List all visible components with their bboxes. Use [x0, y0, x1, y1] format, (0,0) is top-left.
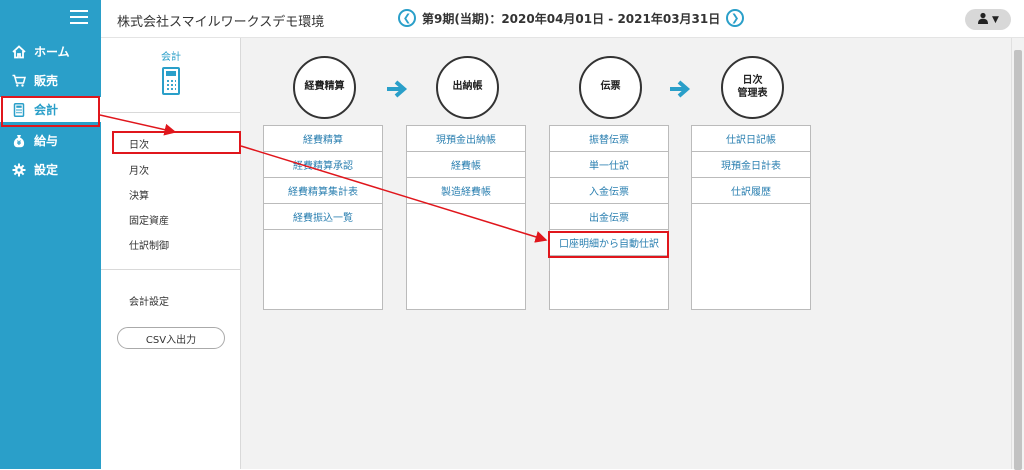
daily-report-menu-panel: 仕訳日記帳 現預金日計表 仕訳履歴 — [691, 125, 811, 310]
menu-link[interactable]: 経費精算承認 — [264, 152, 382, 178]
nav-item-label: 会計 — [34, 103, 59, 117]
top-header: 株式会社スマイルワークスデモ環境 ❮ 第9期(当期)：2020年04月01日 -… — [101, 0, 1024, 38]
subnav-title: 会計 — [161, 52, 181, 63]
menu-link[interactable]: 入金伝票 — [550, 178, 668, 204]
divider — [101, 112, 241, 113]
chevron-right-icon[interactable]: ❯ — [726, 9, 745, 27]
arrow-right-icon — [387, 80, 408, 98]
nav-item-label: ホーム — [34, 45, 70, 59]
auto-journal-from-bank-link[interactable]: 口座明細から自動仕訳 — [550, 230, 668, 256]
nav-item-label: 給与 — [34, 134, 59, 148]
calculator-icon — [12, 102, 26, 117]
home-icon — [12, 44, 26, 59]
subnav-item-accounting-settings[interactable]: 会計設定 — [129, 293, 169, 308]
nav-item-sales[interactable]: 販売 — [0, 68, 101, 93]
cart-icon — [12, 74, 26, 88]
subnav-item-monthly[interactable]: 月次 — [129, 162, 149, 177]
gear-icon — [12, 163, 26, 177]
category-label: 伝票 — [600, 81, 621, 93]
menu-link[interactable]: 振替伝票 — [550, 126, 668, 152]
caret-down-icon: ▼ — [992, 14, 999, 25]
nav-item-label: 販売 — [34, 74, 59, 88]
user-icon — [977, 12, 989, 27]
divider — [101, 269, 241, 270]
menu-link[interactable]: 経費帳 — [407, 152, 525, 178]
category-label: 管理表 — [737, 87, 768, 99]
nav-item-home[interactable]: ホーム — [0, 39, 101, 64]
slip-menu-panel: 振替伝票 単一仕訳 入金伝票 出金伝票 口座明細から自動仕訳 — [549, 125, 669, 310]
fiscal-period-selector: ❮ 第9期(当期)：2020年04月01日 - 2021年03月31日 ❯ — [398, 9, 745, 27]
category-slip: 伝票 — [579, 56, 642, 119]
hamburger-menu-icon[interactable] — [70, 10, 88, 24]
category-label: 出納帳 — [452, 81, 483, 93]
main-content: 経費精算 出納帳 伝票 日次 管理表 経費精算 経費精算承認 経費精算集計表 経… — [241, 38, 1011, 469]
menu-link[interactable]: 単一仕訳 — [550, 152, 668, 178]
menu-link[interactable]: 経費精算集計表 — [264, 178, 382, 204]
money-bag-icon: ¥ — [12, 134, 26, 148]
nav-item-settings[interactable]: 設定 — [0, 157, 101, 182]
csv-io-button[interactable]: CSV入出力 — [117, 327, 225, 349]
subnav-item-closing[interactable]: 決算 — [129, 187, 149, 202]
category-label: 日次 — [742, 75, 763, 86]
category-cashbook: 出納帳 — [436, 56, 499, 119]
menu-link[interactable]: 現預金出納帳 — [407, 126, 525, 152]
subnav-item-daily[interactable]: 日次 — [129, 136, 149, 151]
chevron-left-icon[interactable]: ❮ — [398, 9, 416, 27]
user-menu-button[interactable]: ▼ — [965, 9, 1011, 30]
category-expense: 経費精算 — [293, 56, 356, 119]
menu-link[interactable]: 仕訳履歴 — [692, 178, 810, 204]
subnav-item-journal-control[interactable]: 仕訳制御 — [129, 237, 169, 252]
main-sidebar: ホーム 販売 会計 ¥ 給与 設定 — [0, 0, 101, 469]
category-daily-report: 日次 管理表 — [721, 56, 784, 119]
nav-item-payroll[interactable]: ¥ 給与 — [0, 128, 101, 153]
expense-menu-panel: 経費精算 経費精算承認 経費精算集計表 経費振込一覧 — [263, 125, 383, 310]
menu-link[interactable]: 製造経費帳 — [407, 178, 525, 204]
nav-item-label: 設定 — [34, 163, 59, 177]
nav-item-accounting[interactable]: 会計 — [0, 97, 101, 122]
cashbook-menu-panel: 現預金出納帳 経費帳 製造経費帳 — [406, 125, 526, 310]
menu-link[interactable]: 現預金日計表 — [692, 152, 810, 178]
menu-link[interactable]: 出金伝票 — [550, 204, 668, 230]
subnav-item-fixed-assets[interactable]: 固定資産 — [129, 212, 169, 227]
menu-link[interactable]: 仕訳日記帳 — [692, 126, 810, 152]
menu-link[interactable]: 経費振込一覧 — [264, 204, 382, 230]
arrow-right-icon — [670, 80, 691, 98]
menu-link[interactable]: 経費精算 — [264, 126, 382, 152]
company-name: 株式会社スマイルワークスデモ環境 — [117, 15, 325, 30]
fiscal-period-label: 第9期(当期)：2020年04月01日 - 2021年03月31日 — [422, 11, 721, 26]
accounting-subnav: 会計 日次 月次 決算 固定資産 仕訳制御 会計設定 CSV入出力 — [101, 38, 241, 469]
vertical-scrollbar[interactable] — [1011, 38, 1024, 470]
category-label: 経費精算 — [304, 81, 345, 93]
calculator-icon — [162, 67, 180, 95]
